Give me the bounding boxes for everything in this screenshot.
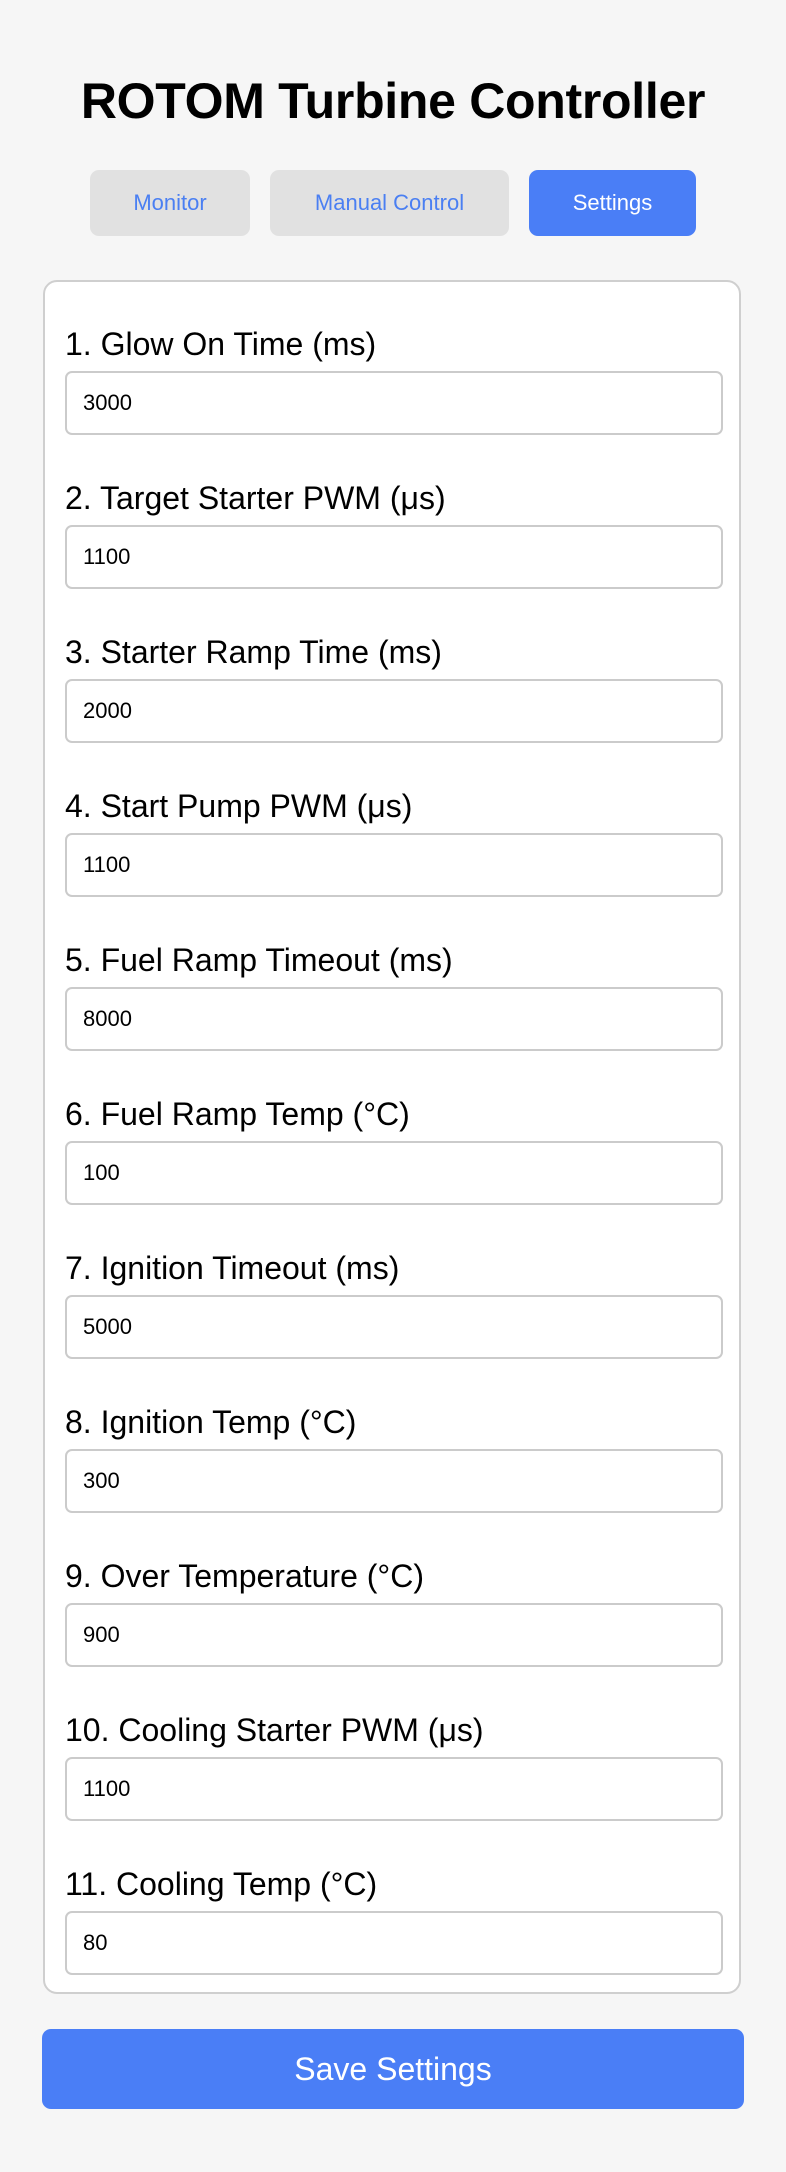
start-pump-pwm-input[interactable]: [65, 833, 723, 897]
fuel-ramp-timeout-input[interactable]: [65, 987, 723, 1051]
tab-manual-control[interactable]: Manual Control: [270, 170, 509, 236]
field-label: 10. Cooling Starter PWM (μs): [65, 1712, 484, 1748]
tab-settings[interactable]: Settings: [529, 170, 696, 236]
field-label: 4. Start Pump PWM (μs): [65, 788, 413, 824]
field-label: 11. Cooling Temp (°C): [65, 1866, 378, 1902]
field-label: 2. Target Starter PWM (μs): [65, 480, 446, 516]
glow-on-time-input[interactable]: [65, 371, 723, 435]
page-title: ROTOM Turbine Controller: [80, 73, 706, 129]
starter-ramp-time-input[interactable]: [65, 679, 723, 743]
tab-bar: Monitor Manual Control Settings: [0, 170, 786, 236]
target-starter-pwm-input[interactable]: [65, 525, 723, 589]
field-label: 5. Fuel Ramp Timeout (ms): [65, 942, 453, 978]
field-label: 3. Starter Ramp Time (ms): [65, 634, 442, 670]
field-label: 1. Glow On Time (ms): [65, 326, 377, 362]
ignition-temp-input[interactable]: [65, 1449, 723, 1513]
field-label: 8. Ignition Temp (°C): [65, 1404, 357, 1440]
field-label: 6. Fuel Ramp Temp (°C): [65, 1096, 410, 1132]
field-label: 9. Over Temperature (°C): [65, 1558, 424, 1594]
tab-monitor[interactable]: Monitor: [90, 170, 250, 236]
fuel-ramp-temp-input[interactable]: [65, 1141, 723, 1205]
settings-form: 1. Glow On Time (ms) 2. Target Starter P…: [43, 280, 741, 1994]
cooling-temp-input[interactable]: [65, 1911, 723, 1975]
over-temperature-input[interactable]: [65, 1603, 723, 1667]
save-settings-button[interactable]: Save Settings: [42, 2029, 744, 2109]
cooling-starter-pwm-input[interactable]: [65, 1757, 723, 1821]
field-label: 7. Ignition Timeout (ms): [65, 1250, 400, 1286]
ignition-timeout-input[interactable]: [65, 1295, 723, 1359]
